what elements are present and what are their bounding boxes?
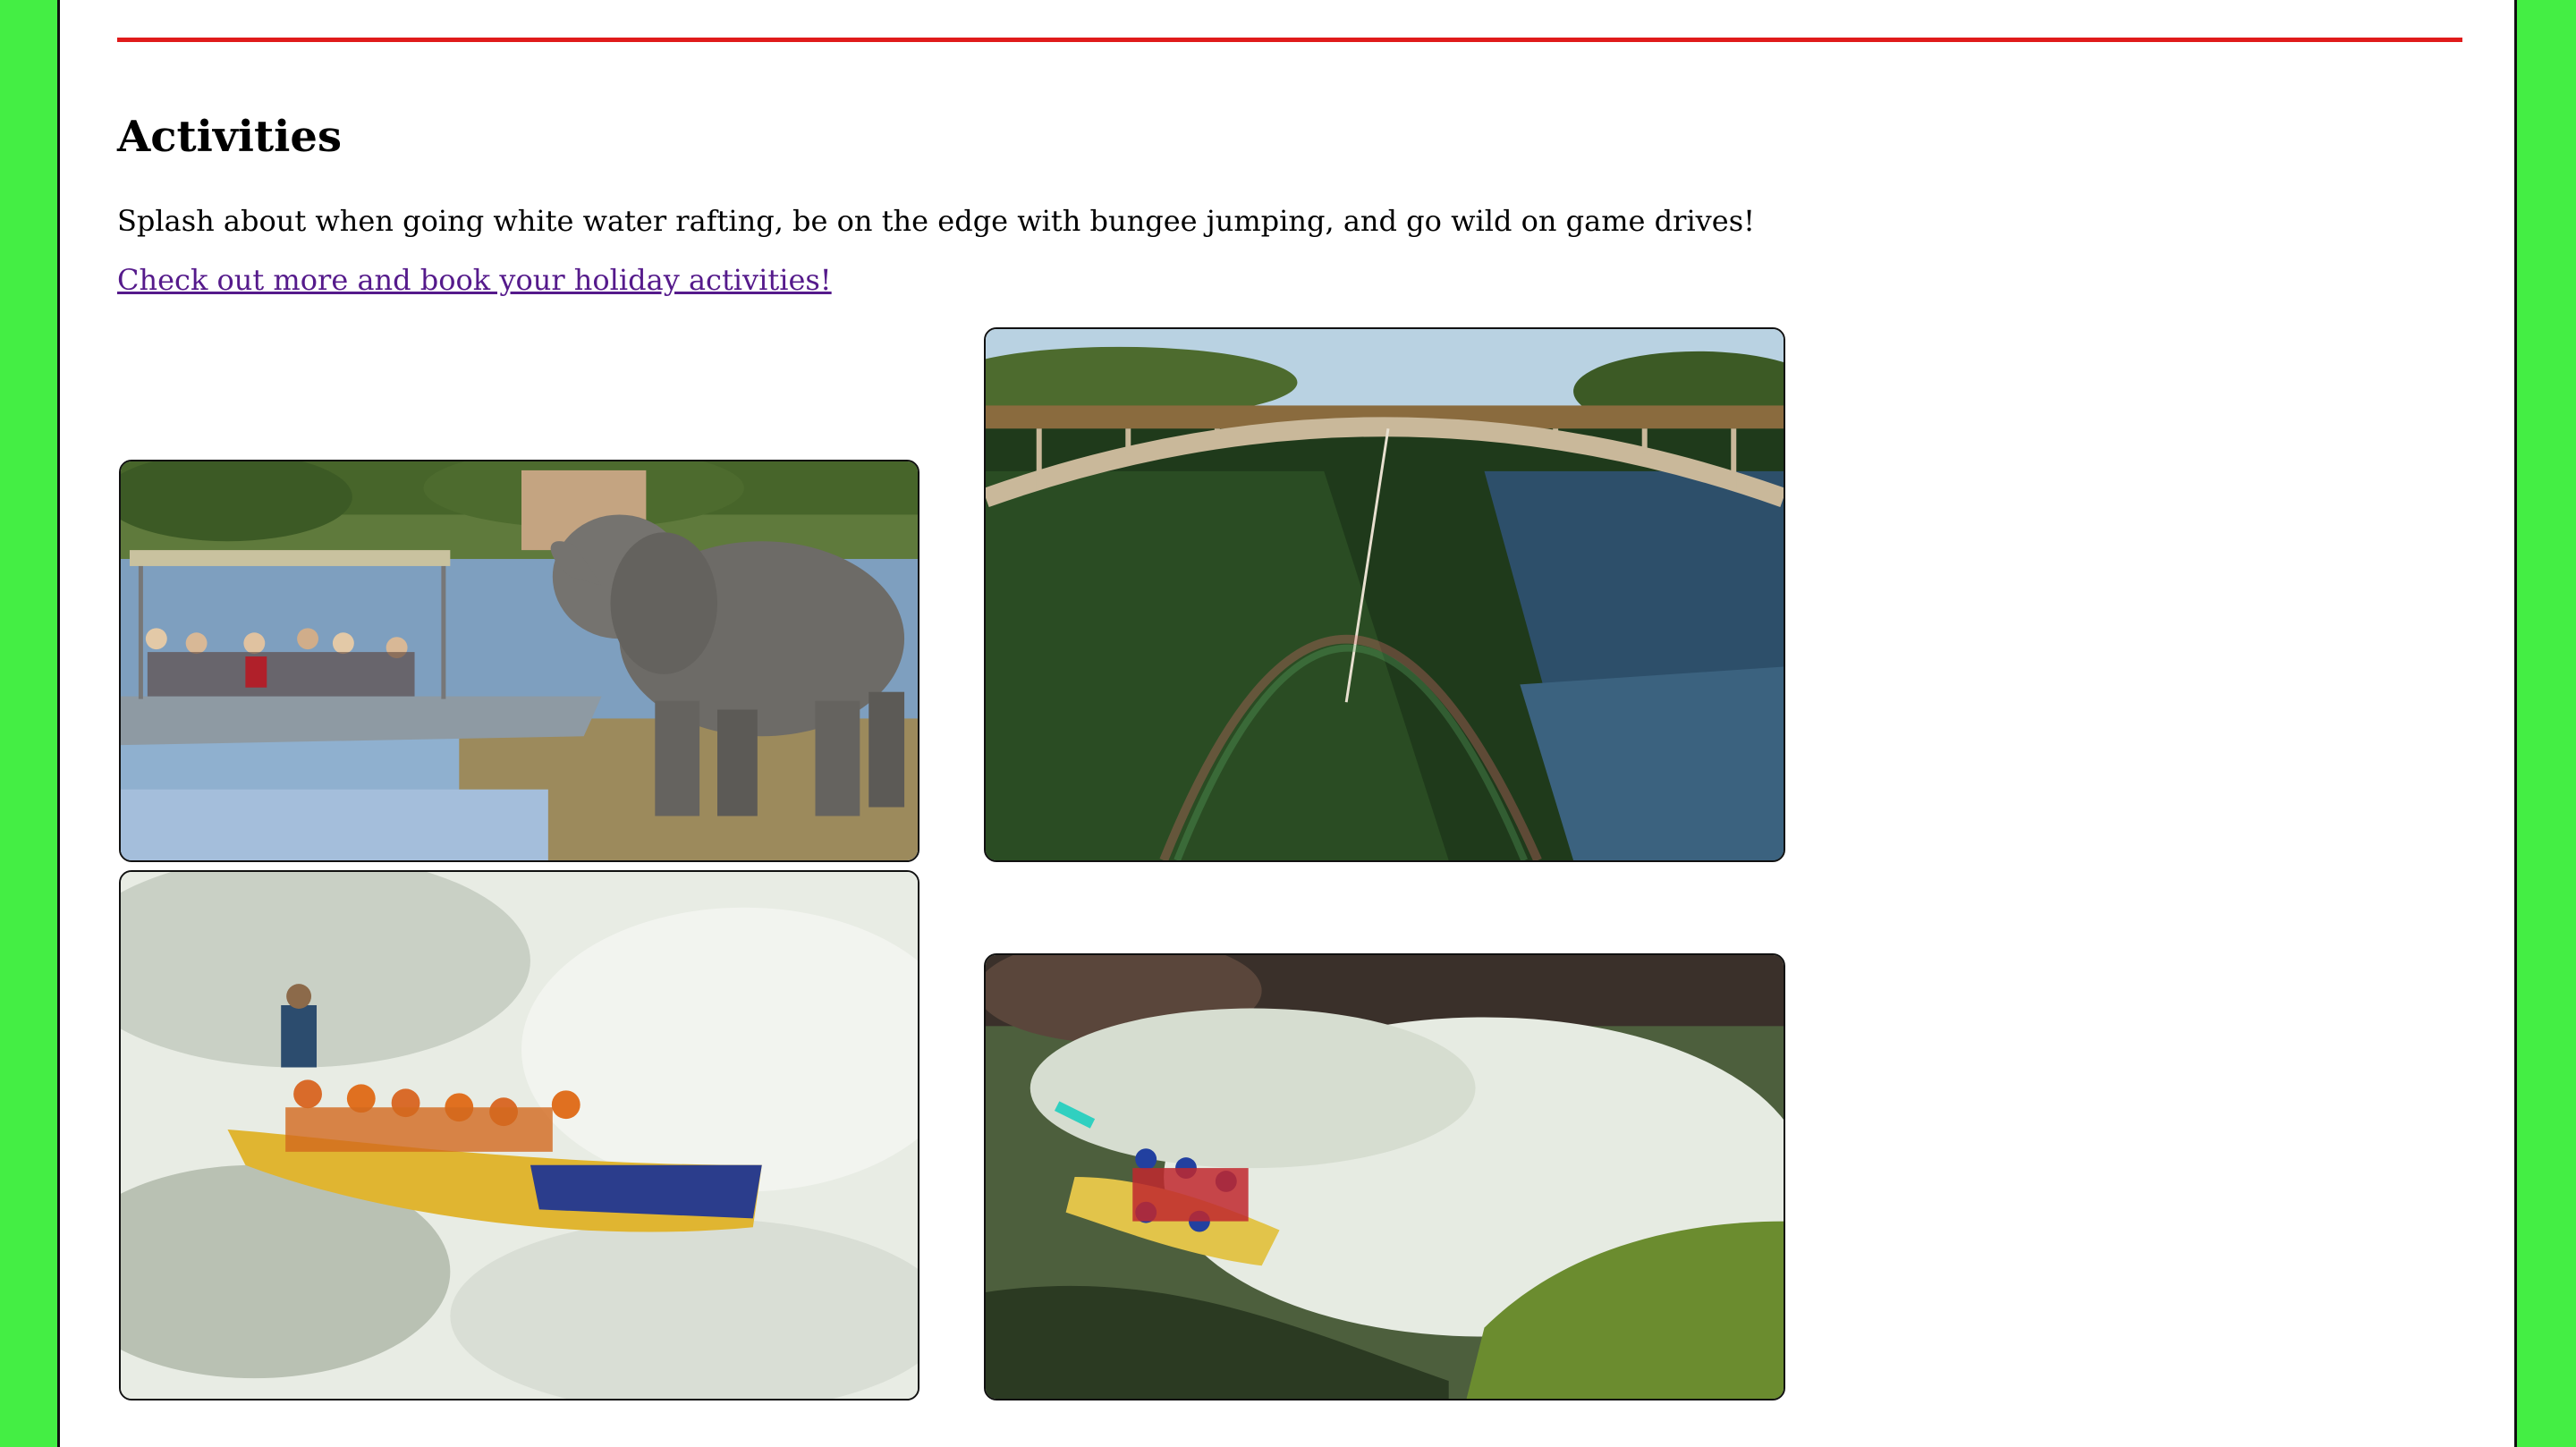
section-intro: Splash about when going white water raft…: [117, 204, 1755, 238]
rafting-image-yellow: [121, 872, 918, 1399]
rafting-photo-rapids: [984, 953, 1785, 1400]
book-activities-link[interactable]: Check out more and book your holiday act…: [117, 263, 832, 297]
red-divider: [117, 38, 2462, 42]
elephant-boat-photo: [119, 460, 919, 862]
section-heading: Activities: [117, 112, 342, 162]
elephant-boat-image: [121, 461, 918, 860]
bungee-bridge-photo: [984, 327, 1785, 862]
bungee-bridge-image: [986, 329, 1784, 860]
rafting-photo-yellow: [119, 870, 919, 1400]
rafting-image-rapids: [986, 955, 1784, 1399]
content-panel: Activities Splash about when going white…: [57, 0, 2517, 1447]
